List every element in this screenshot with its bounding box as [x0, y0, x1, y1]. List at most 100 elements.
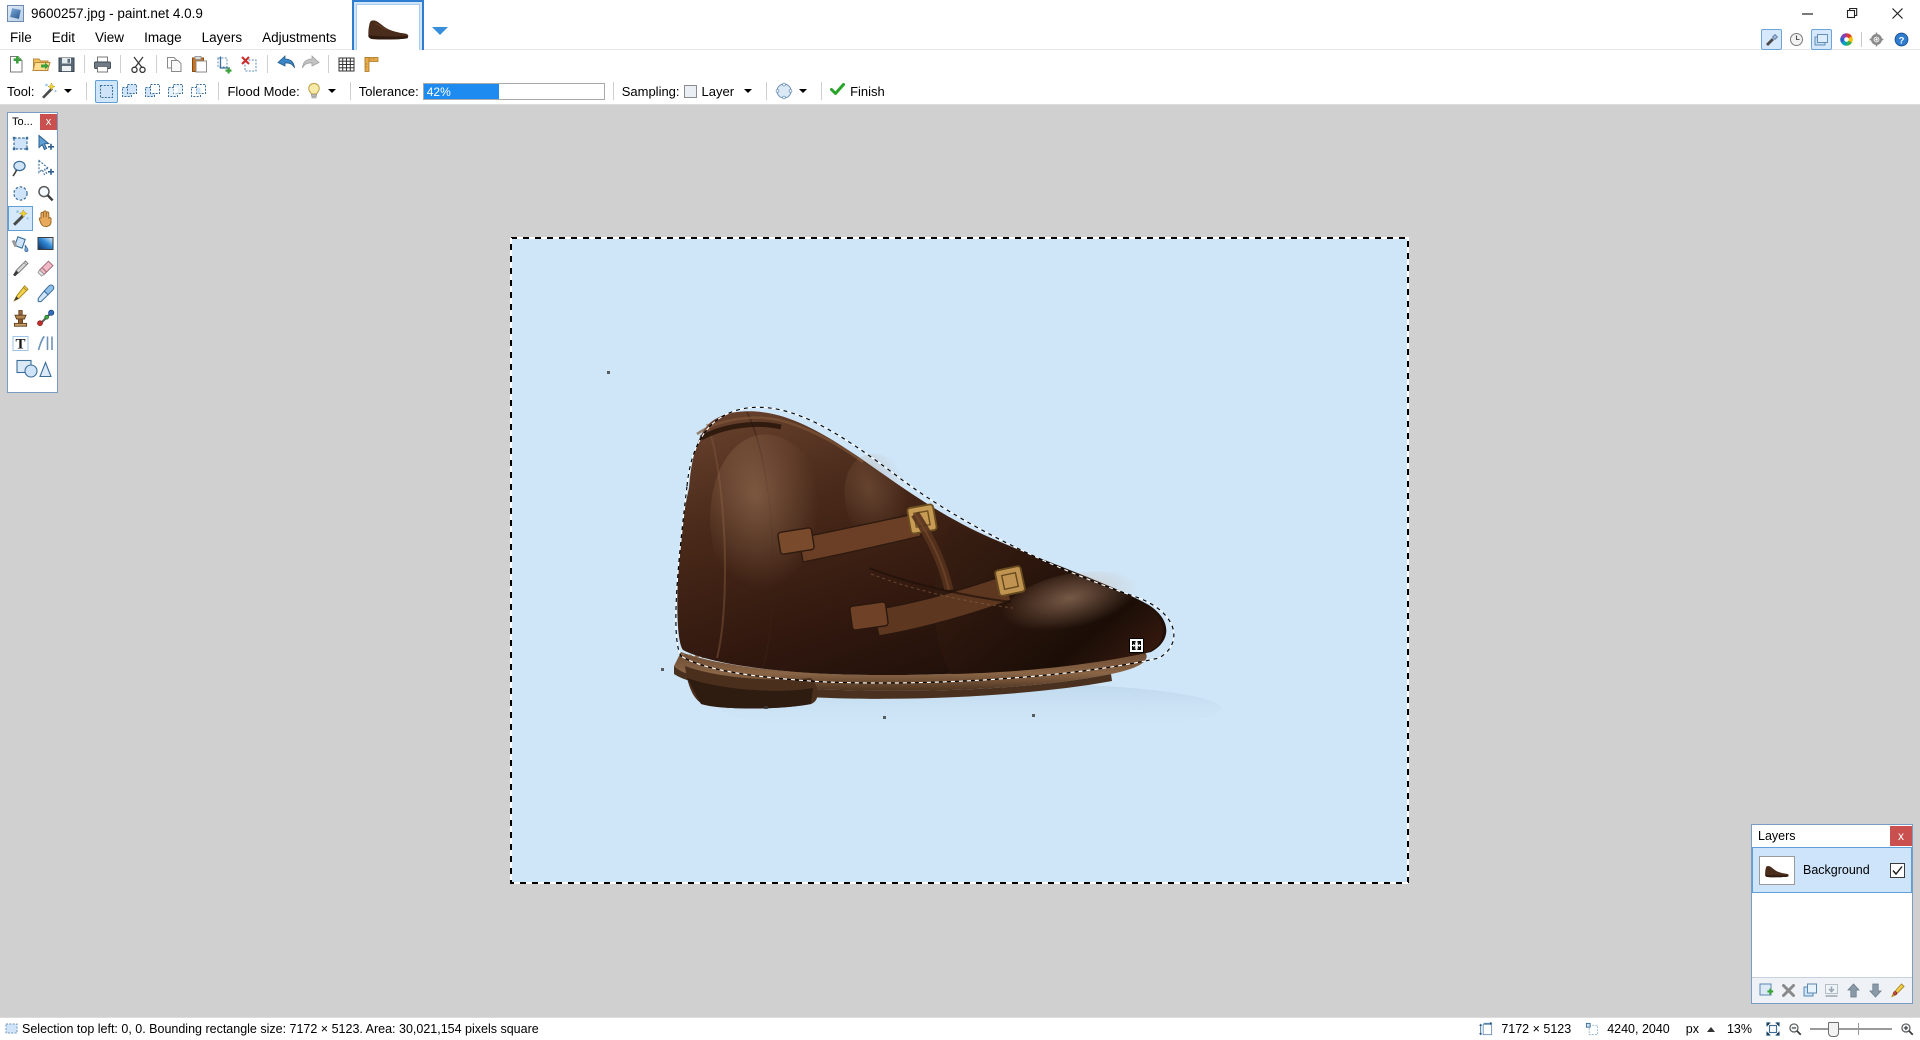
tool-recolor[interactable]: [33, 306, 58, 331]
settings-gear-icon[interactable]: [1866, 29, 1887, 50]
tolerance-label: Tolerance:: [359, 84, 419, 99]
tool-color-picker[interactable]: [33, 281, 58, 306]
image-canvas[interactable]: [511, 238, 1408, 883]
tool-pencil[interactable]: [8, 281, 33, 306]
selection-mode-exclude[interactable]: [141, 80, 164, 103]
tools-window-icon[interactable]: [1761, 29, 1782, 50]
layers-panel-header: Layers x: [1752, 825, 1912, 847]
tool-line-curve[interactable]: [33, 331, 58, 356]
tool-paintbrush[interactable]: [8, 256, 33, 281]
zoom-in-icon[interactable]: [1900, 1022, 1914, 1036]
menu-layers[interactable]: Layers: [192, 27, 253, 48]
add-new-layer-icon[interactable]: [1759, 983, 1775, 999]
tool-magic-wand[interactable]: [8, 206, 33, 231]
layer-name: Background: [1803, 863, 1882, 877]
menu-view[interactable]: View: [85, 27, 134, 48]
maximize-button[interactable]: [1830, 0, 1875, 26]
tool-clone-stamp[interactable]: [8, 306, 33, 331]
menu-file[interactable]: File: [0, 27, 42, 48]
tool-options-bar: Tool:: [0, 78, 1920, 105]
flood-mode-dropdown-caret[interactable]: [328, 89, 336, 93]
merge-layer-down-icon[interactable]: [1824, 983, 1840, 999]
tool-pan[interactable]: [33, 206, 58, 231]
zoom-out-icon[interactable]: [1788, 1022, 1802, 1036]
menu-edit[interactable]: Edit: [42, 27, 85, 48]
units-label[interactable]: px: [1686, 1022, 1699, 1036]
sampling-dropdown-caret[interactable]: [744, 89, 752, 93]
menu-adjustments[interactable]: Adjustments: [252, 27, 346, 48]
colors-window-icon[interactable]: [1836, 29, 1857, 50]
selection-mode-union[interactable]: [118, 80, 141, 103]
toolbar-separator: [156, 55, 157, 73]
tools-palette-close-button[interactable]: x: [40, 114, 57, 130]
zoom-to-fit-icon[interactable]: [1766, 1022, 1780, 1036]
title-bar: 9600257.jpg - paint.net 4.0.9: [0, 0, 1920, 26]
tolerance-slider[interactable]: 42%: [423, 83, 605, 100]
menu-bar: File Edit View Image Layers Adjustments …: [0, 26, 1920, 50]
cursor-position-icon: [1585, 1022, 1599, 1036]
sampling-value[interactable]: Layer: [702, 84, 735, 99]
tool-shapes[interactable]: [8, 356, 58, 381]
tool-dropdown-caret[interactable]: [64, 89, 72, 93]
tab-list-dropdown[interactable]: [432, 27, 448, 35]
options-separator: [86, 82, 87, 100]
layer-visibility-checkbox[interactable]: [1890, 863, 1905, 878]
paste-icon[interactable]: [187, 52, 212, 77]
tool-eraser[interactable]: [33, 256, 58, 281]
tool-paint-bucket[interactable]: [8, 231, 33, 256]
open-icon[interactable]: [29, 52, 54, 77]
layers-panel-close-button[interactable]: x: [1890, 826, 1912, 846]
zoom-slider[interactable]: [1810, 1021, 1892, 1037]
sampling-label: Sampling:: [622, 84, 680, 99]
canvas-workspace[interactable]: [0, 105, 1920, 1017]
image-canvas-container[interactable]: [511, 238, 1408, 883]
finish-button[interactable]: Finish: [850, 84, 885, 99]
save-icon[interactable]: [54, 52, 79, 77]
print-icon[interactable]: [90, 52, 115, 77]
copy-icon[interactable]: [162, 52, 187, 77]
grid-icon[interactable]: [334, 52, 359, 77]
move-layer-up-icon[interactable]: [1846, 983, 1862, 999]
minimize-button[interactable]: [1785, 0, 1830, 26]
tool-gradient[interactable]: [33, 231, 58, 256]
tool-label: Tool:: [7, 84, 34, 99]
selection-mode-intersect[interactable]: [187, 80, 210, 103]
tool-zoom[interactable]: [33, 181, 58, 206]
delete-layer-icon[interactable]: [1781, 983, 1797, 999]
lightbulb-icon[interactable]: [306, 82, 322, 100]
antialiasing-icon[interactable]: [775, 82, 793, 100]
status-left-group: Selection top left: 0, 0. Bounding recta…: [0, 1022, 539, 1036]
layer-row-background[interactable]: Background: [1752, 847, 1912, 893]
menu-image[interactable]: Image: [134, 27, 192, 48]
new-icon[interactable]: [4, 52, 29, 77]
antialiasing-dropdown-caret[interactable]: [799, 89, 807, 93]
selection-mode-replace[interactable]: [95, 80, 118, 103]
rulers-icon[interactable]: [359, 52, 384, 77]
deselect-all-icon[interactable]: [237, 52, 262, 77]
tool-rectangle-select[interactable]: [8, 131, 33, 156]
history-window-icon[interactable]: [1786, 29, 1807, 50]
tool-lasso-select[interactable]: [8, 156, 33, 181]
move-layer-down-icon[interactable]: [1867, 983, 1883, 999]
undo-icon[interactable]: [273, 52, 298, 77]
redo-icon[interactable]: [298, 52, 323, 77]
tool-move-selection[interactable]: [33, 156, 58, 181]
close-button[interactable]: [1875, 0, 1920, 26]
duplicate-layer-icon[interactable]: [1802, 983, 1818, 999]
util-separator: [1861, 32, 1862, 47]
tool-move-selected[interactable]: [33, 131, 58, 156]
layers-window-icon[interactable]: [1811, 29, 1832, 50]
selection-mode-xor[interactable]: [164, 80, 187, 103]
unit-dropdown-caret[interactable]: [1707, 1027, 1715, 1032]
layer-properties-icon[interactable]: [1889, 983, 1905, 999]
magic-wand-icon[interactable]: [38, 82, 58, 101]
tool-ellipse-select[interactable]: [8, 181, 33, 206]
options-separator: [821, 82, 822, 100]
zoom-level-value: 13%: [1727, 1022, 1752, 1036]
cut-icon[interactable]: [126, 52, 151, 77]
help-icon[interactable]: ?: [1891, 29, 1912, 50]
tool-text[interactable]: T: [8, 331, 33, 356]
zoom-slider-knob[interactable]: [1828, 1022, 1839, 1037]
shoe-image: [511, 238, 1408, 883]
crop-to-selection-icon[interactable]: [212, 52, 237, 77]
